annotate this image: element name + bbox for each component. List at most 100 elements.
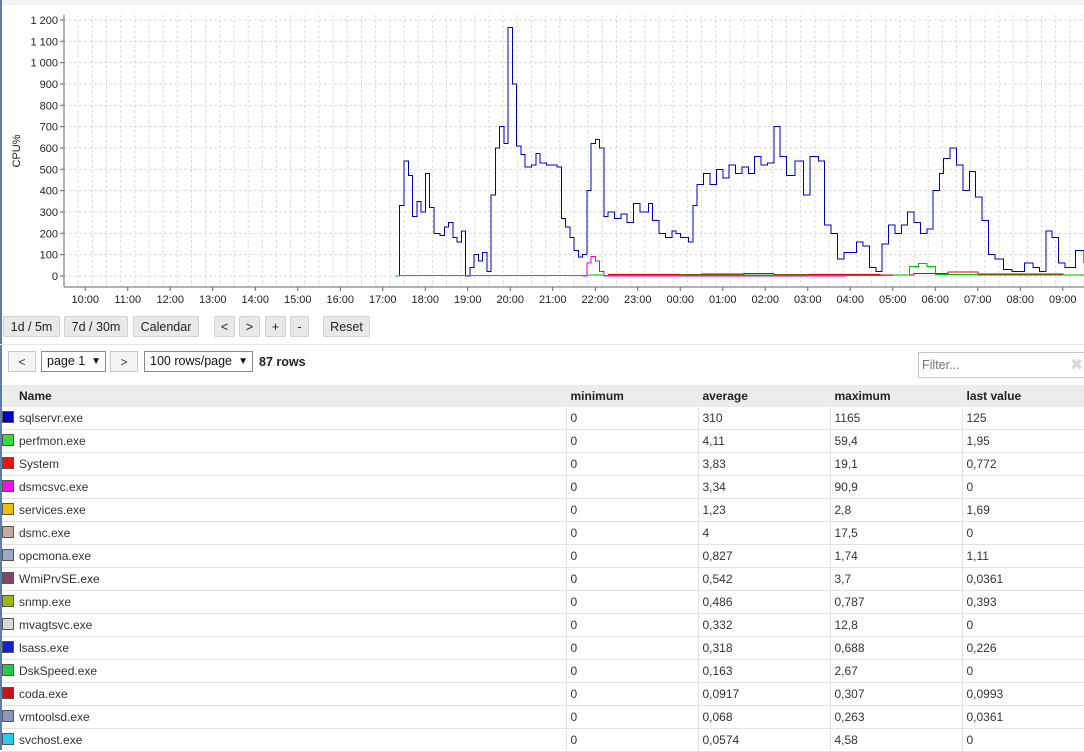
- y-tick-label: 500: [40, 164, 58, 176]
- table-row[interactable]: System03,8319,10,772: [2, 453, 1084, 476]
- section-divider: [0, 344, 1084, 345]
- process-name: perfmon.exe: [19, 434, 86, 448]
- maximum-cell: 2,67: [830, 660, 962, 683]
- last-value-cell: 1,11: [962, 545, 1084, 568]
- x-tick-label: 06:00: [921, 294, 949, 306]
- table-row[interactable]: snmp.exe00,4860,7870,393: [2, 591, 1084, 614]
- range-7d-button[interactable]: 7d / 30m: [64, 316, 128, 337]
- maximum-cell: 0,688: [830, 637, 962, 660]
- zoom-in-button[interactable]: +: [265, 316, 286, 337]
- table-row[interactable]: lsass.exe00,3180,6880,226: [2, 637, 1084, 660]
- x-tick-label: 09:00: [1049, 294, 1077, 306]
- table-row[interactable]: sqlservr.exe03101165125: [2, 407, 1084, 430]
- average-cell: 1,23: [698, 499, 830, 522]
- average-cell: 0,0917: [698, 683, 830, 706]
- chart-prev-button[interactable]: <: [214, 316, 235, 337]
- table-row[interactable]: opcmona.exe00,8271,741,11: [2, 545, 1084, 568]
- series-color-swatch[interactable]: [2, 710, 14, 722]
- minimum-cell: 0: [566, 407, 698, 430]
- table-row[interactable]: dsmc.exe0417,50: [2, 522, 1084, 545]
- process-name: dsmcsvc.exe: [19, 480, 88, 494]
- process-name: snmp.exe: [19, 595, 71, 609]
- page-select[interactable]: page 1 ▼: [41, 351, 106, 372]
- series-color-swatch[interactable]: [2, 549, 14, 561]
- x-tick-label: 07:00: [964, 294, 992, 306]
- cpu-chart: 10:0011:0012:0013:0014:0015:0016:0017:00…: [0, 5, 1084, 313]
- y-tick-label: 600: [40, 143, 58, 155]
- series-color-swatch[interactable]: [2, 641, 14, 653]
- minimum-cell: 0: [566, 499, 698, 522]
- x-tick-label: 05:00: [879, 294, 907, 306]
- table-row[interactable]: DskSpeed.exe00,1632,670: [2, 660, 1084, 683]
- table-row[interactable]: coda.exe00,09170,3070,0993: [2, 683, 1084, 706]
- last-value-cell: 0,393: [962, 591, 1084, 614]
- table-row[interactable]: services.exe01,232,81,69: [2, 499, 1084, 522]
- y-tick-label: 700: [40, 122, 58, 134]
- series-color-swatch[interactable]: [2, 572, 14, 584]
- col-minimum[interactable]: minimum: [566, 385, 698, 407]
- series-color-swatch[interactable]: [2, 480, 14, 492]
- x-tick-label: 16:00: [326, 294, 354, 306]
- page-select-value: page 1: [47, 354, 85, 368]
- clear-filter-icon[interactable]: ✖: [1070, 355, 1083, 375]
- minimum-cell: 0: [566, 660, 698, 683]
- y-tick-label: 0: [52, 271, 58, 283]
- x-tick-label: 22:00: [581, 294, 609, 306]
- minimum-cell: 0: [566, 614, 698, 637]
- process-name-cell: sqlservr.exe: [2, 407, 566, 430]
- process-name: mvagtsvc.exe: [19, 618, 92, 632]
- y-tick-label: 1 000: [30, 58, 58, 70]
- table-row[interactable]: mvagtsvc.exe00,33212,80: [2, 614, 1084, 637]
- series-color-swatch[interactable]: [2, 526, 14, 538]
- reset-button[interactable]: Reset: [323, 316, 370, 337]
- process-name-cell: DskSpeed.exe: [2, 660, 566, 683]
- series-color-swatch[interactable]: [2, 595, 14, 607]
- series-color-swatch[interactable]: [2, 618, 14, 630]
- series-color-swatch[interactable]: [2, 503, 14, 515]
- zoom-out-button[interactable]: -: [290, 316, 309, 337]
- col-last-value[interactable]: last value: [962, 385, 1084, 407]
- average-cell: 4: [698, 522, 830, 545]
- col-name[interactable]: Name: [2, 385, 566, 407]
- x-tick-label: 20:00: [496, 294, 524, 306]
- minimum-cell: 0: [566, 453, 698, 476]
- maximum-cell: 59,4: [830, 430, 962, 453]
- maximum-cell: 0,787: [830, 591, 962, 614]
- page-prev-button[interactable]: <: [8, 351, 36, 372]
- maximum-cell: 90,9: [830, 476, 962, 499]
- table-row[interactable]: svchost.exe00,05744,580: [2, 729, 1084, 752]
- table-row[interactable]: vmtoolsd.exe00,0680,2630,0361: [2, 706, 1084, 729]
- table-row[interactable]: WmiPrvSE.exe00,5423,70,0361: [2, 568, 1084, 591]
- col-maximum[interactable]: maximum: [830, 385, 962, 407]
- series-color-swatch[interactable]: [2, 664, 14, 676]
- table-row[interactable]: dsmcsvc.exe03,3490,90: [2, 476, 1084, 499]
- minimum-cell: 0: [566, 683, 698, 706]
- table-row[interactable]: perfmon.exe04,1159,41,95: [2, 430, 1084, 453]
- y-tick-label: 400: [40, 186, 58, 198]
- maximum-cell: 3,7: [830, 568, 962, 591]
- last-value-cell: 0: [962, 522, 1084, 545]
- series-color-swatch[interactable]: [2, 687, 14, 699]
- col-average[interactable]: average: [698, 385, 830, 407]
- average-cell: 3,34: [698, 476, 830, 499]
- process-name-cell: System: [2, 453, 566, 476]
- series-color-swatch[interactable]: [2, 733, 14, 745]
- filter-input[interactable]: [918, 352, 1084, 378]
- series-color-swatch[interactable]: [2, 411, 14, 423]
- page-next-button[interactable]: >: [110, 351, 138, 372]
- last-value-cell: 0,0993: [962, 683, 1084, 706]
- process-name-cell: snmp.exe: [2, 591, 566, 614]
- process-name: coda.exe: [19, 687, 68, 701]
- calendar-button[interactable]: Calendar: [133, 316, 199, 337]
- chevron-down-icon: ▼: [91, 352, 101, 371]
- average-cell: 4,11: [698, 430, 830, 453]
- series-color-swatch[interactable]: [2, 434, 14, 446]
- y-tick-label: 1 100: [30, 36, 58, 48]
- range-1d-button[interactable]: 1d / 5m: [3, 316, 60, 337]
- last-value-cell: 0: [962, 729, 1084, 752]
- chart-next-button[interactable]: >: [239, 316, 260, 337]
- series-color-swatch[interactable]: [2, 457, 14, 469]
- minimum-cell: 0: [566, 430, 698, 453]
- last-value-cell: 0,772: [962, 453, 1084, 476]
- page-size-select[interactable]: 100 rows/page ▼: [144, 351, 253, 372]
